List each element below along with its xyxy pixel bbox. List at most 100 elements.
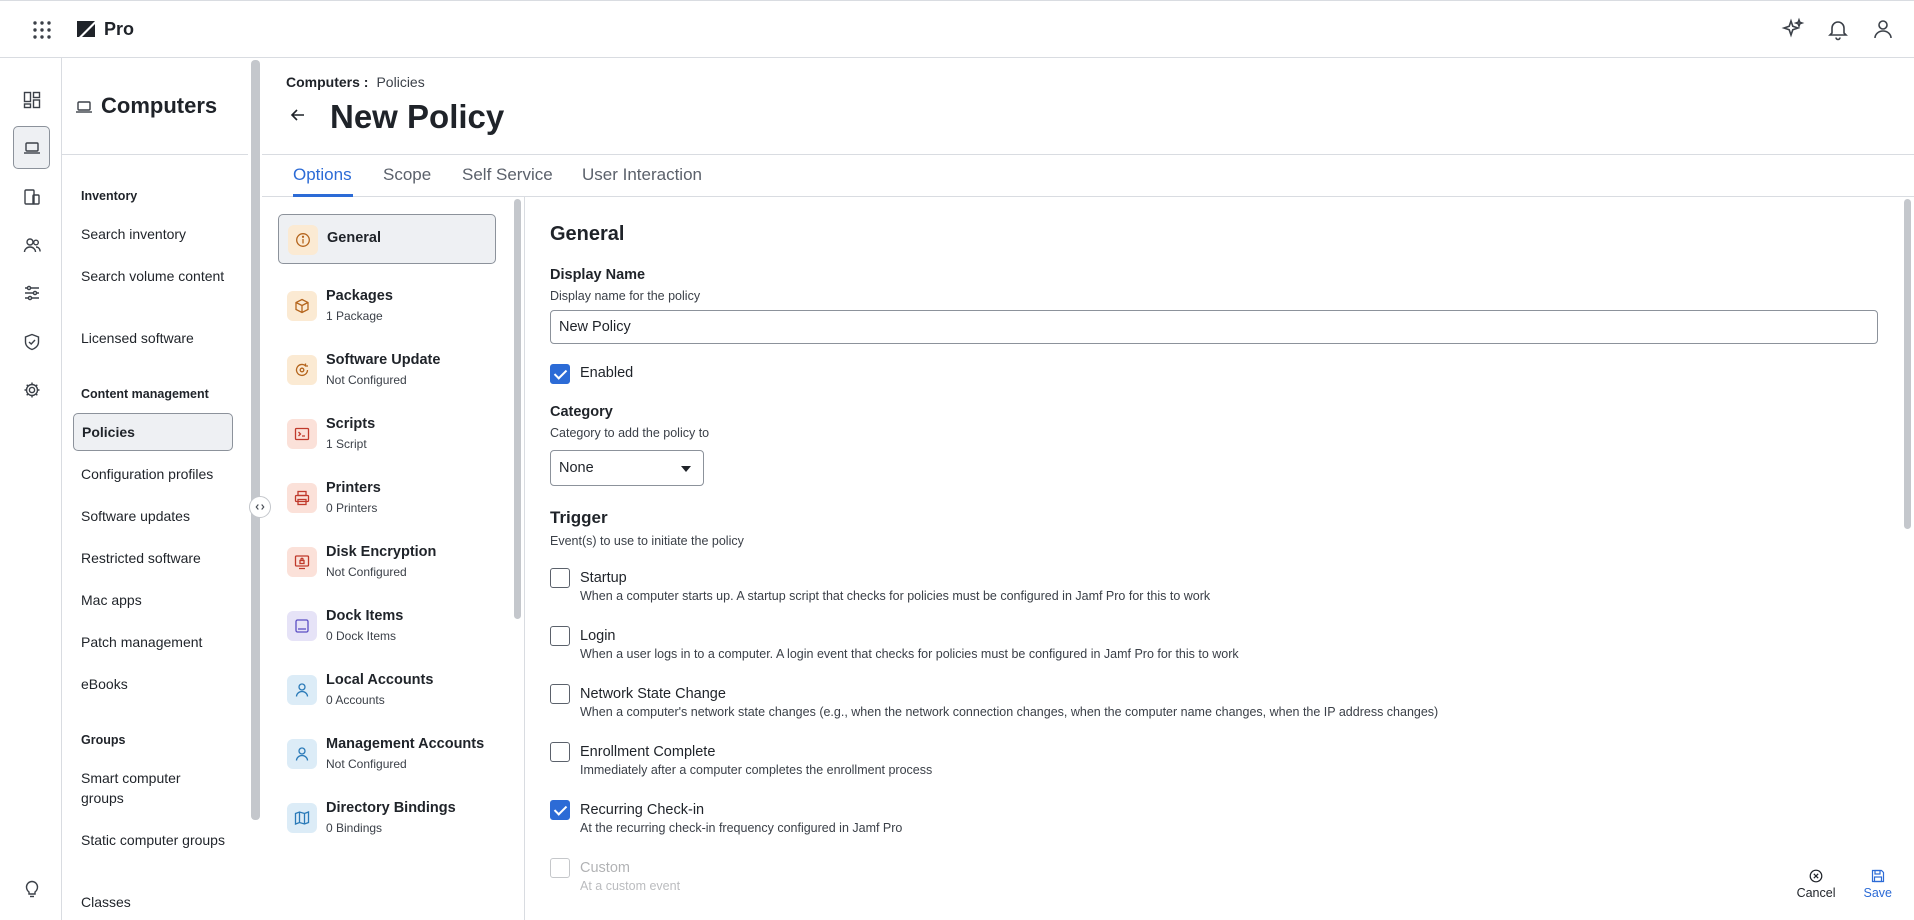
- map-binding-icon: [287, 803, 317, 833]
- settings-sliders-icon[interactable]: [13, 271, 50, 314]
- nav-item-policies[interactable]: Policies: [73, 413, 233, 451]
- payload-general[interactable]: General: [278, 214, 496, 264]
- trigger-custom-desc: At a custom event: [580, 879, 681, 893]
- nav-item-ebooks[interactable]: eBooks: [73, 674, 233, 694]
- trigger-custom-label: Custom: [580, 860, 630, 876]
- section-title: Computers: [101, 93, 218, 118]
- trigger-login-checkbox[interactable]: [550, 626, 570, 646]
- dashboard-icon[interactable]: [13, 78, 50, 121]
- cancel-label: Cancel: [1796, 886, 1836, 900]
- payload-status: 1 Script: [326, 437, 367, 451]
- payload-status: 1 Package: [326, 309, 383, 323]
- payload-disk-encryption[interactable]: Disk Encryption Not Configured: [278, 537, 496, 587]
- trigger-network-state-change-label: Network State Change: [580, 686, 726, 702]
- tab-options[interactable]: Options: [293, 165, 352, 185]
- trigger-recurring-check-in-label: Recurring Check-in: [580, 802, 705, 818]
- trigger-network-state-change-checkbox[interactable]: [550, 684, 570, 704]
- trigger-recurring-check-in-checkbox[interactable]: [550, 800, 570, 820]
- payload-name: General: [327, 230, 381, 246]
- nav-item-mac-apps[interactable]: Mac apps: [73, 590, 233, 610]
- payload-printers[interactable]: Printers 0 Printers: [278, 473, 496, 523]
- payload-list: General Packages 1 Package Software Upda…: [262, 197, 524, 920]
- payload-local-accounts[interactable]: Local Accounts 0 Accounts: [278, 665, 496, 715]
- payload-management-accounts[interactable]: Management Accounts Not Configured: [278, 729, 496, 779]
- disk-lock-icon: [287, 547, 317, 577]
- payload-status: Not Configured: [326, 373, 407, 387]
- trigger-startup-desc: When a computer starts up. A startup scr…: [580, 589, 1211, 603]
- payload-software-update[interactable]: Software Update Not Configured: [278, 345, 496, 395]
- payload-list-scrollbar[interactable]: [512, 197, 522, 920]
- security-shield-icon[interactable]: [13, 320, 50, 363]
- section-nav: Computers Inventory Search inventory Sea…: [62, 58, 248, 920]
- form-actions: Cancel Save: [1797, 869, 1892, 900]
- nav-group-content-management: Content management: [81, 387, 209, 401]
- package-box-icon: [287, 291, 317, 321]
- payload-status: Not Configured: [326, 757, 407, 771]
- trigger-recurring-check-in-desc: At the recurring check-in frequency conf…: [580, 821, 903, 835]
- top-bar: Pro: [0, 0, 1914, 58]
- cancel-button[interactable]: Cancel: [1797, 869, 1836, 900]
- payload-packages[interactable]: Packages 1 Package: [278, 281, 496, 331]
- nav-group-groups: Groups: [81, 733, 126, 747]
- printer-icon: [287, 483, 317, 513]
- payload-directory-bindings[interactable]: Directory Bindings 0 Bindings: [278, 793, 496, 843]
- payload-list-scrollbar-thumb[interactable]: [514, 199, 521, 619]
- trigger-custom-checkbox[interactable]: [550, 858, 570, 878]
- nav-scrollbar-thumb[interactable]: [251, 60, 260, 820]
- payload-scripts[interactable]: Scripts 1 Script: [278, 409, 496, 459]
- nav-item-classes[interactable]: Classes: [73, 892, 233, 912]
- display-name-help: Display name for the policy: [550, 289, 701, 303]
- lightbulb-tips-icon[interactable]: [13, 867, 50, 910]
- form-scrollbar[interactable]: [1902, 197, 1912, 920]
- enabled-checkbox[interactable]: [550, 364, 570, 384]
- nav-item-configuration-profiles[interactable]: Configuration profiles: [73, 464, 233, 484]
- nav-item-software-updates[interactable]: Software updates: [73, 506, 233, 526]
- tab-bar: Options Scope Self Service User Interact…: [262, 155, 1914, 197]
- breadcrumb-root[interactable]: Computers :: [286, 74, 368, 90]
- tab-scope[interactable]: Scope: [383, 165, 431, 185]
- form-heading: General: [550, 223, 625, 245]
- chevron-down-icon: [681, 466, 691, 472]
- tab-self-service[interactable]: Self Service: [462, 165, 553, 185]
- terminal-script-icon: [287, 419, 317, 449]
- app-logo[interactable]: Pro: [75, 18, 134, 40]
- display-name-input[interactable]: [550, 310, 1878, 344]
- nav-item-smart-computer-groups[interactable]: Smart computer groups: [73, 768, 233, 808]
- nav-scrollbar[interactable]: [248, 58, 262, 920]
- ai-sparkle-icon[interactable]: [1781, 17, 1806, 42]
- category-select[interactable]: None: [550, 450, 704, 486]
- trigger-label: Trigger: [550, 508, 608, 527]
- nav-item-search-volume-content[interactable]: Search volume content: [73, 266, 233, 286]
- trigger-enrollment-complete-label: Enrollment Complete: [580, 744, 716, 760]
- app-launcher-icon[interactable]: [32, 20, 52, 40]
- nav-item-licensed-software[interactable]: Licensed software: [73, 328, 233, 348]
- payload-status: 0 Dock Items: [326, 629, 397, 643]
- software-update-icon: [287, 355, 317, 385]
- trigger-startup-checkbox[interactable]: [550, 568, 570, 588]
- payload-dock-items[interactable]: Dock Items 0 Dock Items: [278, 601, 496, 651]
- computers-laptop-icon[interactable]: [13, 126, 50, 169]
- trigger-enrollment-complete-desc: Immediately after a computer completes t…: [580, 763, 933, 777]
- nav-item-patch-management[interactable]: Patch management: [73, 632, 233, 652]
- nav-group-inventory: Inventory: [81, 189, 138, 203]
- devices-mobile-icon[interactable]: [13, 175, 50, 218]
- trigger-enrollment-complete-checkbox[interactable]: [550, 742, 570, 762]
- save-button[interactable]: Save: [1864, 869, 1892, 900]
- brand-logo-icon: [77, 21, 95, 37]
- user-profile-icon[interactable]: [1871, 17, 1896, 42]
- users-icon[interactable]: [13, 223, 50, 266]
- breadcrumb-current[interactable]: Policies: [376, 74, 424, 90]
- nav-item-static-computer-groups[interactable]: Static computer groups: [73, 830, 233, 850]
- form-scrollbar-thumb[interactable]: [1904, 199, 1911, 529]
- nav-item-search-inventory[interactable]: Search inventory: [73, 224, 233, 244]
- icon-rail: [0, 58, 62, 920]
- nav-item-restricted-software[interactable]: Restricted software: [73, 548, 233, 568]
- back-arrow-icon[interactable]: [289, 106, 307, 124]
- payload-name: Software Update: [326, 352, 441, 368]
- payload-status: 0 Accounts: [326, 693, 385, 707]
- settings-gear-icon[interactable]: [13, 368, 50, 411]
- tab-user-interaction[interactable]: User Interaction: [582, 165, 702, 185]
- payload-name: Printers: [326, 480, 381, 496]
- notifications-bell-icon[interactable]: [1826, 17, 1851, 42]
- category-help: Category to add the policy to: [550, 426, 710, 440]
